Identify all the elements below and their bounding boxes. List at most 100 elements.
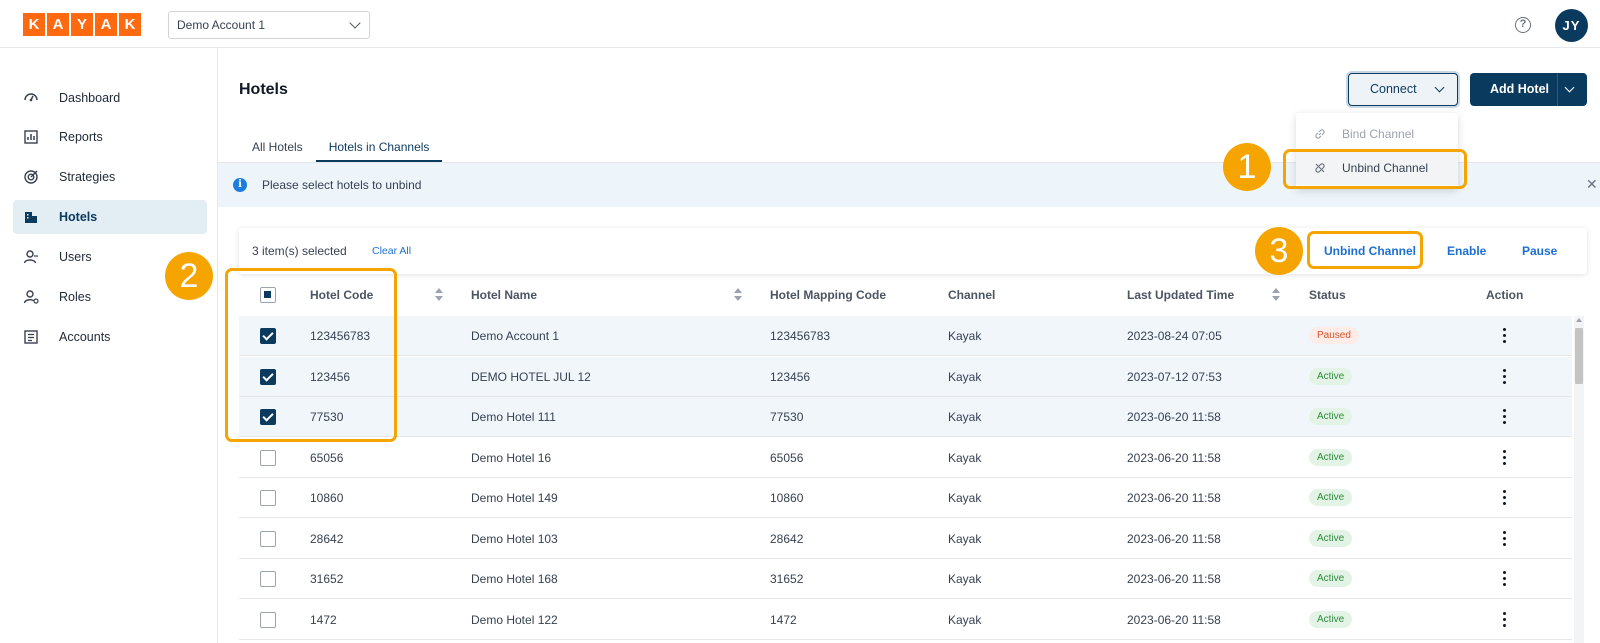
table-header: Hotel Code Hotel Name Hotel Mapping Code… [239,276,1587,314]
more-actions-icon[interactable] [1503,328,1507,344]
last-updated-time: 2023-06-20 11:58 [1127,531,1221,546]
more-actions-icon[interactable] [1503,530,1507,547]
sort-icon[interactable] [734,288,742,302]
hotel-mapping-code: 28642 [770,531,804,546]
last-updated-time: 2023-06-20 11:58 [1127,491,1221,505]
sidebar-item-label: Strategies [59,170,116,184]
sidebar-item-hotels[interactable]: Hotels [13,200,207,234]
hotel-name: Demo Hotel 16 [471,450,552,465]
chevron-down-icon[interactable] [1564,82,1575,93]
hotel-code: 31652 [310,572,344,586]
account-select[interactable]: Demo Account 1 [168,11,370,39]
table-row[interactable]: 123456783 Demo Account 1 123456783 Kayak 202… [239,316,1572,356]
table-row[interactable]: 65056 Demo Hotel 16 65056 Kayak 2023-06-20 1… [239,438,1572,478]
logo-letter: K [23,13,45,36]
dashboard-icon [23,90,39,106]
status-badge: Active [1309,448,1353,466]
column-header: Hotel Mapping Code [770,288,886,302]
tabs: All Hotels Hotels in Channels [239,134,443,162]
scrollbar-thumb[interactable] [1575,328,1583,384]
more-actions-icon[interactable] [1503,449,1507,466]
step-callout-3: 3 [1255,227,1303,275]
last-updated-time: 2023-07-12 07:53 [1127,369,1222,384]
logo-letter: A [47,13,69,36]
channel: Kayak [948,450,982,465]
logo-letter: Y [71,13,93,36]
last-updated-time: 2023-06-20 11:58 [1127,612,1221,627]
info-icon: i [233,178,247,192]
table-row[interactable]: 1472 Demo Hotel 122 1472 Kayak 2023-06-20 11… [239,600,1572,640]
sidebar-item-label: Roles [59,290,91,304]
column-header: Channel [948,288,996,302]
link-icon [1314,128,1326,140]
hotel-code: 1472 [310,612,337,627]
more-actions-icon[interactable] [1503,368,1507,385]
row-checkbox[interactable] [260,530,276,547]
strategies-icon [23,169,39,185]
status-badge: Active [1309,408,1353,425]
status-badge: Active [1309,570,1353,587]
status-badge: Active [1309,367,1353,385]
help-icon[interactable]: ? [1515,17,1531,33]
sidebar-item-accounts[interactable]: Accounts [13,320,207,354]
sidebar-item-dashboard[interactable]: Dashboard [13,81,207,115]
channel: Kayak [948,572,982,586]
sidebar-item-label: Dashboard [59,91,121,105]
clear-all-link[interactable]: Clear All [372,245,411,257]
chevron-down-icon [1434,82,1445,93]
add-hotel-label: Add Hotel [1490,82,1550,96]
logo-letter: K [119,13,141,36]
hotel-name: DEMO HOTEL JUL 12 [471,369,591,384]
account-select-value: Demo Account 1 [177,18,266,32]
hotel-code: 28642 [310,531,344,546]
hotels-icon [23,209,39,225]
connect-button[interactable]: Connect [1348,73,1458,106]
sidebar-item-label: Reports [59,130,103,144]
scrollbar[interactable] [1574,316,1584,643]
sidebar-item-label: Hotels [59,210,98,224]
avatar[interactable]: JY [1555,9,1588,42]
pause-button[interactable]: Pause [1522,244,1557,258]
row-checkbox[interactable] [260,611,276,628]
hotel-code: 65056 [310,450,344,465]
table-row[interactable]: 77530 Demo Hotel 111 77530 Kayak 2023-06-20 … [239,397,1572,437]
hotel-name: Demo Hotel 149 [471,491,558,505]
scroll-up-arrow[interactable] [1576,318,1582,322]
add-hotel-button[interactable]: Add Hotel [1470,73,1587,106]
more-actions-icon[interactable] [1503,611,1507,628]
channel: Kayak [948,329,982,343]
hotel-mapping-code: 10860 [770,491,804,505]
row-checkbox[interactable] [260,490,276,506]
sidebar-item-strategies[interactable]: Strategies [13,160,207,194]
hotel-name: Demo Hotel 168 [471,572,558,586]
sidebar-item-reports[interactable]: Reports [13,120,207,154]
hotel-name: Demo Hotel 122 [471,612,558,627]
sort-icon[interactable] [1272,288,1280,302]
column-header[interactable]: Last Updated Time [1127,288,1234,302]
more-actions-icon[interactable] [1503,490,1507,506]
table-row[interactable]: 31652 Demo Hotel 168 31652 Kayak 2023-06-20 … [239,559,1572,599]
accounts-icon [23,329,39,345]
reports-icon [23,129,39,145]
more-actions-icon[interactable] [1503,571,1507,587]
row-checkbox[interactable] [260,449,276,466]
row-checkbox[interactable] [260,571,276,587]
last-updated-time: 2023-06-20 11:58 [1127,450,1221,465]
sort-icon[interactable] [435,288,443,302]
close-icon[interactable]: ✕ [1586,176,1598,193]
table-row[interactable]: 10860 Demo Hotel 149 10860 Kayak 2023-06-20 … [239,478,1572,518]
step-callout-1: 1 [1223,143,1271,191]
channel: Kayak [948,612,982,627]
kayak-logo[interactable]: K A Y A K [23,13,141,36]
tab-all-hotels[interactable]: All Hotels [239,134,316,162]
channel: Kayak [948,491,982,505]
table-row[interactable]: 123456 DEMO HOTEL JUL 12 123456 Kayak 2023-0… [239,356,1572,397]
table-row[interactable]: 28642 Demo Hotel 103 28642 Kayak 2023-06-20 … [239,519,1572,559]
hotel-name: Demo Hotel 103 [471,531,558,546]
menu-item-bind-channel[interactable]: Bind Channel [1296,117,1458,151]
enable-button[interactable]: Enable [1447,244,1486,258]
column-header: Action [1486,288,1524,302]
more-actions-icon[interactable] [1503,409,1507,425]
tab-hotels-in-channels[interactable]: Hotels in Channels [315,134,443,162]
column-header[interactable]: Hotel Name [471,288,537,302]
